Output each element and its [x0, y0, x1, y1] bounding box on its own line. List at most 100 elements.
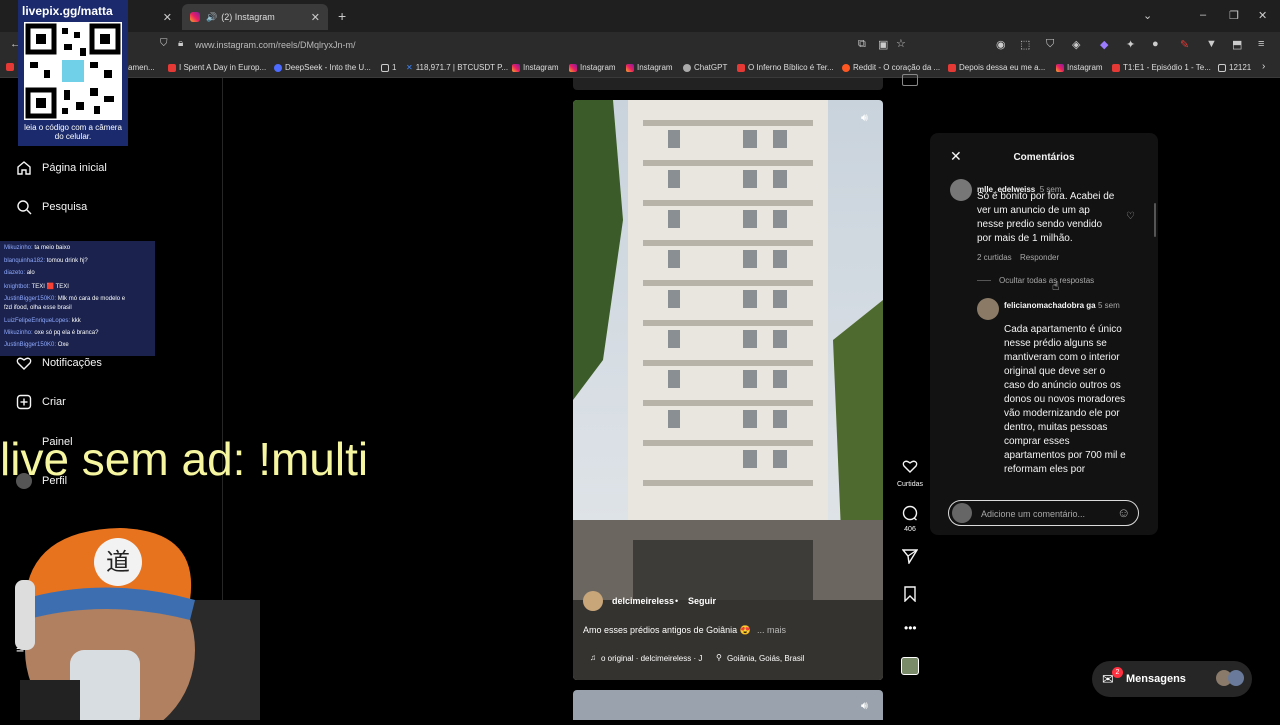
hide-replies-button[interactable]: Ocultar todas as respostas — [999, 276, 1094, 285]
reel-video[interactable] — [573, 100, 883, 680]
minimize-icon[interactable]: – — [1200, 9, 1206, 21]
chat-message: Mikuzinho: ta meio baixo — [4, 245, 71, 251]
reel-caption: Amo esses prédios antigos de Goiânia 😍 — [583, 625, 751, 635]
stream-chat-overlay: Mikuzinho: ta meio baixo blanquinha182: … — [0, 241, 155, 356]
bookmark-folder[interactable]: 12121 — [1218, 63, 1251, 72]
bookmark-item[interactable]: O Inferno Bíblico é Ter... — [737, 63, 834, 72]
reel-location[interactable]: Goiânia, Goiás, Brasil — [727, 654, 804, 663]
messages-button[interactable]: ✉ 2 Mensagens — [1092, 661, 1252, 697]
svg-text:道: 道 — [106, 548, 130, 576]
more-link[interactable]: ... mais — [757, 625, 786, 635]
extension-icon[interactable]: ⬚ — [1020, 38, 1030, 51]
reader-icon[interactable]: ▣ — [878, 38, 888, 51]
extension-icon[interactable]: ✎ — [1180, 38, 1189, 51]
youtube-icon — [737, 63, 745, 72]
bookmark-item[interactable]: Instagram — [569, 63, 616, 72]
avatar[interactable] — [583, 591, 603, 611]
close-tab-icon[interactable]: ✕ — [311, 11, 320, 24]
share-button[interactable] — [901, 548, 919, 569]
heart-icon — [902, 460, 918, 473]
avatar[interactable] — [950, 179, 972, 201]
sidebar-item-label: Pesquisa — [42, 201, 88, 213]
more-options-icon[interactable]: ••• — [904, 621, 917, 635]
sidebar-item-search[interactable]: Pesquisa — [16, 199, 87, 215]
bookmark-item[interactable]: ✕ 118,971.7 | BTCUSDT P... — [406, 63, 508, 72]
messages-label: Mensagens — [1126, 673, 1186, 685]
speaker-icon[interactable]: 🔊︎ — [861, 700, 868, 713]
likes-label: Curtidas — [896, 481, 924, 488]
audio-thumbnail[interactable] — [901, 657, 919, 675]
bookmark-item[interactable]: Reddit - O coração da ... — [842, 63, 940, 72]
reel-thumbnail-icon[interactable] — [902, 74, 918, 86]
sidebar-item-label: Página inicial — [42, 162, 107, 174]
bookmark-star-icon[interactable]: ☆ — [896, 37, 906, 50]
save-button[interactable] — [903, 586, 917, 607]
reel-username[interactable]: delcimeireless — [612, 596, 674, 606]
extension-icon[interactable]: ◈ — [1072, 38, 1080, 51]
comment-icon — [902, 505, 918, 521]
chat-message: LuizFelipeEnriqueLopes: kkk — [4, 318, 81, 324]
lock-icon[interactable]: 🔒︎ — [178, 38, 183, 49]
instagram-icon — [1056, 63, 1064, 72]
chat-message: JustinBigger150K0: Oxe — [4, 342, 69, 348]
url-field[interactable]: www.instagram.com/reels/DMqlryxJn-m/ — [195, 40, 356, 50]
comment-input-box[interactable]: Adicione um comentário... ☺ — [948, 500, 1139, 526]
qr-code-icon — [24, 22, 122, 120]
previous-reel-preview[interactable] — [573, 78, 883, 90]
more-bookmarks-icon[interactable]: › — [1262, 61, 1265, 72]
bookmark-item[interactable]: Instagram — [1056, 63, 1103, 72]
reply-username[interactable]: felicianomachadobra ga — [1004, 300, 1100, 312]
extension-icon[interactable]: ▼ — [1206, 38, 1217, 50]
sidebar-item-home[interactable]: Página inicial — [16, 160, 107, 176]
extension-icon[interactable]: ◉ — [996, 38, 1006, 51]
bookmark-item[interactable]: DeepSeek - Into the U... — [274, 63, 371, 72]
extensions-puzzle-icon[interactable]: ⬒ — [1232, 38, 1242, 51]
address-bar: ← ⛉ 🔒︎ www.instagram.com/reels/DMqlryxJn… — [0, 32, 1280, 58]
tab-list-icon[interactable]: ⌄ — [1143, 9, 1152, 22]
extension-icon[interactable]: ✦ — [1126, 38, 1135, 51]
comment-input[interactable]: Adicione um comentário... — [981, 509, 1085, 519]
comment-likes[interactable]: 2 curtidas — [977, 253, 1012, 262]
like-comment-icon[interactable]: ♡ — [1126, 211, 1135, 222]
bookmark-item[interactable]: ChatGPT — [683, 63, 727, 72]
close-tab-icon[interactable]: ✕ — [163, 11, 172, 24]
comment-button[interactable] — [902, 505, 918, 526]
avatar[interactable] — [977, 298, 999, 320]
extension-icon[interactable]: ⛉ — [1046, 38, 1054, 51]
sidebar-item-notifications[interactable]: Notificações — [16, 355, 102, 371]
screenshot-icon[interactable]: ⧉ — [858, 38, 866, 51]
new-tab-button[interactable]: + — [338, 8, 346, 24]
scrollbar[interactable] — [1154, 203, 1156, 237]
extension-icon[interactable]: ● — [1152, 38, 1159, 50]
bookmark-folder[interactable]: 1 — [381, 63, 396, 72]
extension-icon[interactable]: ◆ — [1100, 38, 1108, 51]
follow-button[interactable]: Seguir — [688, 596, 716, 606]
bookmark-item[interactable]: I Spent A Day in Europ... — [168, 63, 266, 72]
divider — [977, 280, 991, 281]
like-button[interactable] — [902, 458, 918, 479]
speaker-icon[interactable]: 🔊︎ — [861, 112, 868, 125]
reply-button[interactable]: Responder — [1020, 253, 1059, 262]
bookmark-item[interactable]: amen... — [128, 63, 155, 72]
bookmark-item[interactable] — [6, 63, 17, 71]
emoji-icon[interactable]: ☺ — [1117, 505, 1130, 520]
bookmark-item[interactable]: T1:E1 - Episódio 1 - Te... — [1112, 63, 1211, 72]
bookmark-item[interactable]: Instagram — [626, 63, 673, 72]
close-window-icon[interactable]: ✕ — [1258, 9, 1267, 22]
location-pin-icon: ⚲ — [716, 653, 722, 662]
browser-tab-instagram[interactable]: 🔊 (2) Instagram ✕ — [182, 4, 328, 30]
sidebar-item-create[interactable]: Criar — [16, 394, 66, 410]
instagram-icon — [569, 63, 577, 72]
next-reel-preview[interactable] — [573, 690, 883, 720]
chatgpt-icon — [683, 63, 691, 72]
avatar — [1228, 670, 1244, 686]
tracking-shield-icon[interactable]: ⛉ — [160, 38, 168, 49]
menu-icon[interactable]: ≡ — [1258, 38, 1264, 50]
bookmark-item[interactable]: Depois dessa eu me a... — [948, 63, 1045, 72]
unread-badge: 2 — [1112, 667, 1123, 678]
reel-audio[interactable]: o original · delcimeireless · J — [601, 654, 702, 663]
folder-icon — [1218, 63, 1226, 72]
stream-banner-text: live sem ad: !multi — [0, 433, 369, 485]
maximize-icon[interactable]: ❐ — [1229, 9, 1239, 22]
bookmark-item[interactable]: Instagram — [512, 63, 559, 72]
